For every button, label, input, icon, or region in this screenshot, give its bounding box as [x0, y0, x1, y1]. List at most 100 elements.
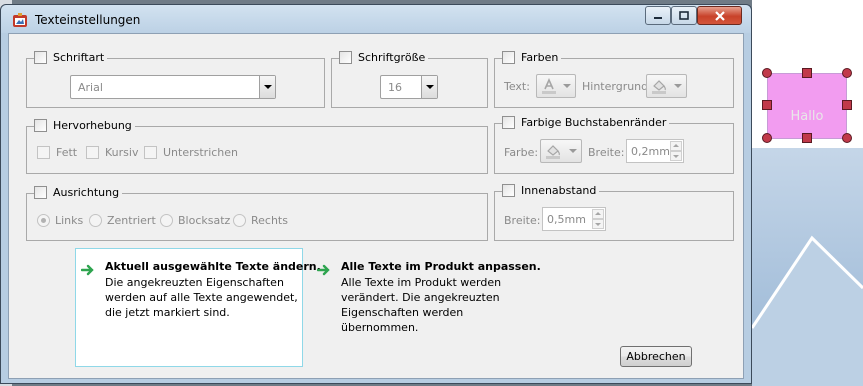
- size-checkbox[interactable]: [339, 51, 352, 64]
- bold-checkbox[interactable]: [37, 146, 50, 159]
- spinner-down-icon[interactable]: [592, 219, 604, 229]
- background-color-label: Hintergrund: [582, 80, 649, 93]
- apply-selected-action[interactable]: Aktuell ausgewählte Texte ändern. Die an…: [81, 260, 321, 350]
- description-line: werden auf alle Texte angewendet,: [105, 291, 298, 304]
- resize-handle[interactable]: [802, 68, 812, 78]
- padding-group-label: Innenabstand: [521, 184, 597, 197]
- align-justify-option[interactable]: Blocksatz: [160, 214, 230, 227]
- paint-bucket-icon: [546, 145, 560, 159]
- resize-handle[interactable]: [842, 100, 852, 110]
- padding-width-value: 0,5mm: [547, 213, 586, 226]
- background-color-button[interactable]: [646, 74, 687, 98]
- minimize-icon: [654, 17, 662, 19]
- chevron-down-icon[interactable]: [259, 76, 275, 98]
- align-justify-label: Blocksatz: [178, 214, 231, 227]
- window-title: Texteinstellungen: [35, 13, 141, 27]
- text-settings-dialog: Texteinstellungen Schriftart Arial Schri…: [0, 4, 752, 384]
- text-color-label: Text:: [504, 80, 530, 93]
- colors-checkbox[interactable]: [502, 51, 515, 64]
- align-center-option[interactable]: Zentriert: [89, 214, 156, 227]
- padding-group: Innenabstand Breite: 0,5mm: [494, 184, 734, 241]
- align-right-label: Rechts: [251, 214, 288, 227]
- size-group-label: Schriftgröße: [358, 51, 426, 64]
- emphasis-group: Hervorhebung Fett Kursiv Unterstrichen: [26, 119, 488, 174]
- paint-bucket-icon: [652, 80, 666, 94]
- outline-width-label: Breite:: [588, 146, 625, 159]
- font-group: Schriftart Arial: [26, 51, 325, 108]
- emphasis-group-label: Hervorhebung: [53, 119, 132, 132]
- spinner-up-icon[interactable]: [670, 141, 682, 151]
- outline-width-value: 0,2mm: [631, 145, 670, 158]
- align-right-radio[interactable]: [233, 214, 246, 227]
- emphasis-checkbox[interactable]: [34, 119, 47, 132]
- font-color-icon: [542, 78, 556, 94]
- description-line: verändert. Die angekreuzten: [341, 291, 500, 304]
- description-line: die jetzt markiert sind.: [105, 306, 230, 319]
- spinner-down-icon[interactable]: [670, 151, 682, 161]
- background-canvas: [752, 0, 863, 386]
- close-icon: [714, 11, 725, 21]
- resize-handle[interactable]: [842, 133, 852, 143]
- size-group: Schriftgröße 16: [331, 51, 488, 108]
- font-checkbox[interactable]: [34, 51, 47, 64]
- apply-selected-title: Aktuell ausgewählte Texte ändern.: [105, 260, 321, 273]
- resize-handle[interactable]: [762, 100, 772, 110]
- chevron-down-icon: [563, 84, 571, 88]
- text-shape[interactable]: [767, 73, 847, 139]
- align-left-label: Links: [55, 214, 84, 227]
- font-group-label: Schriftart: [53, 51, 105, 64]
- font-select[interactable]: Arial: [70, 75, 276, 99]
- align-left-radio[interactable]: [37, 214, 50, 227]
- apply-all-description: Alle Texte im Produkt werden verändert. …: [341, 275, 501, 335]
- arrow-right-icon: [81, 264, 94, 276]
- padding-width-spinner[interactable]: 0,5mm: [542, 207, 606, 231]
- title-bar[interactable]: Texteinstellungen: [1, 5, 751, 33]
- dialog-body: Schriftart Arial Schriftgröße 16 Farben: [8, 33, 744, 379]
- align-justify-radio[interactable]: [160, 214, 173, 227]
- align-right-option[interactable]: Rechts: [233, 214, 288, 227]
- italic-option[interactable]: Kursiv: [86, 146, 138, 159]
- emphasis-group-header: Hervorhebung: [34, 119, 135, 132]
- align-center-radio[interactable]: [89, 214, 102, 227]
- resize-handle[interactable]: [802, 133, 812, 143]
- chevron-down-icon[interactable]: [421, 76, 437, 98]
- outline-color-button[interactable]: [540, 139, 582, 163]
- resize-handle[interactable]: [762, 133, 772, 143]
- background-image: [752, 148, 863, 386]
- arrow-right-icon: [317, 264, 330, 276]
- apply-all-title: Alle Texte im Produkt anpassen.: [341, 260, 541, 273]
- outline-group: Farbige Buchstabenränder Farbe: Breite: …: [494, 116, 734, 174]
- maximize-button[interactable]: [671, 6, 697, 25]
- align-left-option[interactable]: Links: [37, 214, 83, 227]
- description-line: übernommen.: [341, 321, 419, 334]
- resize-handle[interactable]: [762, 68, 772, 78]
- minimize-button[interactable]: [645, 6, 671, 25]
- outline-color-label: Farbe:: [504, 146, 539, 159]
- colors-group-label: Farben: [521, 51, 559, 64]
- align-center-label: Zentriert: [107, 214, 156, 227]
- close-button[interactable]: [697, 6, 742, 25]
- outline-group-header: Farbige Buchstabenränder: [502, 116, 670, 129]
- alignment-checkbox[interactable]: [34, 186, 47, 199]
- cancel-button[interactable]: Abbrechen: [620, 346, 692, 367]
- bold-option[interactable]: Fett: [37, 146, 77, 159]
- outline-checkbox[interactable]: [502, 116, 515, 129]
- outline-width-spinner[interactable]: 0,2mm: [626, 139, 684, 163]
- alignment-group: Ausrichtung Links Zentriert Blocksatz Re…: [26, 186, 488, 241]
- size-select[interactable]: 16: [380, 75, 438, 99]
- font-group-header: Schriftart: [34, 51, 108, 64]
- italic-checkbox[interactable]: [86, 146, 99, 159]
- text-color-button[interactable]: [536, 74, 576, 98]
- description-line: Alle Texte im Produkt werden: [341, 276, 502, 289]
- padding-width-label: Breite:: [504, 214, 541, 227]
- underline-option[interactable]: Unterstrichen: [144, 146, 238, 159]
- apply-selected-description: Die angekreuzten Eigenschaften werden au…: [105, 275, 298, 320]
- mountain-graphic: [752, 235, 863, 386]
- description-line: Eigenschaften werden: [341, 306, 464, 319]
- resize-handle[interactable]: [842, 68, 852, 78]
- underline-checkbox[interactable]: [144, 146, 157, 159]
- padding-checkbox[interactable]: [502, 184, 515, 197]
- apply-all-action[interactable]: Alle Texte im Produkt anpassen. Alle Tex…: [317, 260, 547, 350]
- spinner-up-icon[interactable]: [592, 209, 604, 219]
- underline-label: Unterstrichen: [163, 146, 239, 159]
